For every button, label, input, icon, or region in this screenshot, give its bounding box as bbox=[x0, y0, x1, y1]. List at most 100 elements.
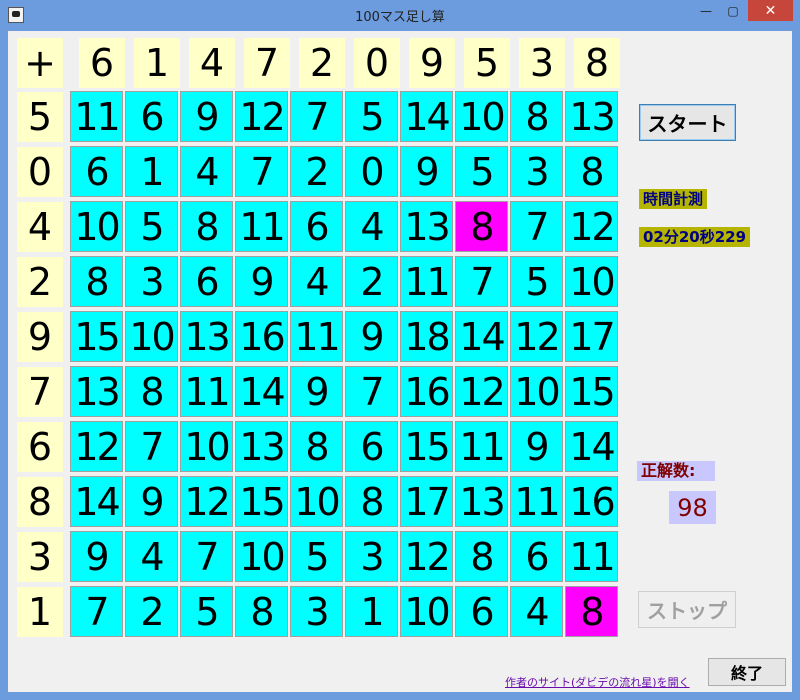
answer-cell[interactable]: 10 bbox=[455, 91, 508, 142]
answer-cell[interactable]: 1 bbox=[345, 586, 398, 637]
answer-cell[interactable]: 12 bbox=[565, 201, 618, 252]
answer-cell[interactable]: 10 bbox=[70, 201, 123, 252]
answer-cell[interactable]: 12 bbox=[510, 311, 563, 362]
start-button[interactable]: スタート bbox=[639, 104, 736, 141]
answer-cell[interactable]: 10 bbox=[290, 476, 343, 527]
answer-cell[interactable]: 8 bbox=[235, 586, 288, 637]
answer-cell[interactable]: 4 bbox=[180, 146, 233, 197]
answer-cell[interactable]: 5 bbox=[290, 531, 343, 582]
answer-cell[interactable]: 6 bbox=[180, 256, 233, 307]
answer-cell[interactable]: 2 bbox=[345, 256, 398, 307]
answer-cell[interactable]: 5 bbox=[455, 146, 508, 197]
answer-cell[interactable]: 4 bbox=[125, 531, 178, 582]
answer-cell[interactable]: 15 bbox=[70, 311, 123, 362]
answer-cell[interactable]: 8 bbox=[455, 201, 508, 252]
answer-cell[interactable]: 9 bbox=[345, 311, 398, 362]
answer-cell[interactable]: 6 bbox=[510, 531, 563, 582]
answer-cell[interactable]: 7 bbox=[70, 586, 123, 637]
answer-cell[interactable]: 9 bbox=[400, 146, 453, 197]
answer-cell[interactable]: 11 bbox=[70, 91, 123, 142]
answer-cell[interactable]: 11 bbox=[565, 531, 618, 582]
answer-cell[interactable]: 16 bbox=[400, 366, 453, 417]
answer-cell[interactable]: 13 bbox=[400, 201, 453, 252]
answer-cell[interactable]: 8 bbox=[565, 146, 618, 197]
answer-cell[interactable]: 8 bbox=[345, 476, 398, 527]
answer-cell[interactable]: 12 bbox=[400, 531, 453, 582]
answer-cell[interactable]: 5 bbox=[345, 91, 398, 142]
answer-cell[interactable]: 12 bbox=[70, 421, 123, 472]
answer-cell[interactable]: 0 bbox=[345, 146, 398, 197]
answer-cell[interactable]: 4 bbox=[510, 586, 563, 637]
answer-cell[interactable]: 8 bbox=[125, 366, 178, 417]
answer-cell[interactable]: 7 bbox=[290, 91, 343, 142]
answer-cell[interactable]: 8 bbox=[455, 531, 508, 582]
answer-cell[interactable]: 3 bbox=[345, 531, 398, 582]
answer-cell[interactable]: 9 bbox=[125, 476, 178, 527]
answer-cell[interactable]: 6 bbox=[455, 586, 508, 637]
answer-cell[interactable]: 11 bbox=[400, 256, 453, 307]
close-button[interactable]: ✕ bbox=[748, 0, 793, 21]
answer-cell[interactable]: 13 bbox=[235, 421, 288, 472]
answer-cell[interactable]: 11 bbox=[290, 311, 343, 362]
answer-cell[interactable]: 12 bbox=[235, 91, 288, 142]
answer-cell[interactable]: 11 bbox=[510, 476, 563, 527]
answer-cell[interactable]: 14 bbox=[400, 91, 453, 142]
stop-button[interactable]: ストップ bbox=[638, 591, 736, 628]
answer-cell[interactable]: 14 bbox=[565, 421, 618, 472]
answer-cell[interactable]: 11 bbox=[235, 201, 288, 252]
answer-cell[interactable]: 6 bbox=[125, 91, 178, 142]
answer-cell[interactable]: 8 bbox=[510, 91, 563, 142]
answer-cell[interactable]: 1 bbox=[125, 146, 178, 197]
maximize-button[interactable]: ▢ bbox=[720, 0, 746, 21]
answer-cell[interactable]: 9 bbox=[70, 531, 123, 582]
title-bar[interactable]: 100マス足し算 — ▢ ✕ bbox=[0, 0, 800, 30]
answer-cell[interactable]: 13 bbox=[565, 91, 618, 142]
answer-cell[interactable]: 10 bbox=[235, 531, 288, 582]
answer-cell[interactable]: 5 bbox=[510, 256, 563, 307]
answer-cell[interactable]: 14 bbox=[70, 476, 123, 527]
answer-cell[interactable]: 6 bbox=[70, 146, 123, 197]
answer-cell[interactable]: 14 bbox=[235, 366, 288, 417]
answer-cell[interactable]: 3 bbox=[290, 586, 343, 637]
answer-cell[interactable]: 12 bbox=[455, 366, 508, 417]
answer-cell[interactable]: 6 bbox=[290, 201, 343, 252]
answer-cell[interactable]: 13 bbox=[455, 476, 508, 527]
answer-cell[interactable]: 7 bbox=[345, 366, 398, 417]
answer-cell[interactable]: 3 bbox=[510, 146, 563, 197]
answer-cell[interactable]: 15 bbox=[565, 366, 618, 417]
answer-cell[interactable]: 5 bbox=[180, 586, 233, 637]
exit-button[interactable]: 終了 bbox=[708, 658, 786, 686]
answer-cell[interactable]: 10 bbox=[180, 421, 233, 472]
answer-cell[interactable]: 16 bbox=[235, 311, 288, 362]
answer-cell[interactable]: 4 bbox=[290, 256, 343, 307]
answer-cell[interactable]: 7 bbox=[125, 421, 178, 472]
answer-cell[interactable]: 10 bbox=[125, 311, 178, 362]
answer-cell[interactable]: 2 bbox=[290, 146, 343, 197]
answer-cell[interactable]: 13 bbox=[180, 311, 233, 362]
answer-cell[interactable]: 7 bbox=[180, 531, 233, 582]
answer-cell[interactable]: 4 bbox=[345, 201, 398, 252]
answer-cell[interactable]: 18 bbox=[400, 311, 453, 362]
answer-cell[interactable]: 15 bbox=[400, 421, 453, 472]
answer-cell[interactable]: 5 bbox=[125, 201, 178, 252]
answer-cell[interactable]: 3 bbox=[125, 256, 178, 307]
answer-cell[interactable]: 9 bbox=[180, 91, 233, 142]
answer-cell[interactable]: 7 bbox=[235, 146, 288, 197]
answer-cell[interactable]: 8 bbox=[70, 256, 123, 307]
author-site-link[interactable]: 作者のサイト(ダビデの流れ星)を開く bbox=[505, 674, 690, 690]
answer-cell[interactable]: 8 bbox=[565, 586, 618, 637]
answer-cell[interactable]: 17 bbox=[400, 476, 453, 527]
answer-cell[interactable]: 13 bbox=[70, 366, 123, 417]
answer-cell[interactable]: 8 bbox=[180, 201, 233, 252]
answer-cell[interactable]: 2 bbox=[125, 586, 178, 637]
answer-cell[interactable]: 9 bbox=[235, 256, 288, 307]
answer-cell[interactable]: 6 bbox=[345, 421, 398, 472]
answer-cell[interactable]: 15 bbox=[235, 476, 288, 527]
answer-cell[interactable]: 17 bbox=[565, 311, 618, 362]
answer-cell[interactable]: 12 bbox=[180, 476, 233, 527]
answer-cell[interactable]: 7 bbox=[455, 256, 508, 307]
answer-cell[interactable]: 7 bbox=[510, 201, 563, 252]
answer-cell[interactable]: 10 bbox=[565, 256, 618, 307]
answer-cell[interactable]: 9 bbox=[510, 421, 563, 472]
answer-cell[interactable]: 9 bbox=[290, 366, 343, 417]
